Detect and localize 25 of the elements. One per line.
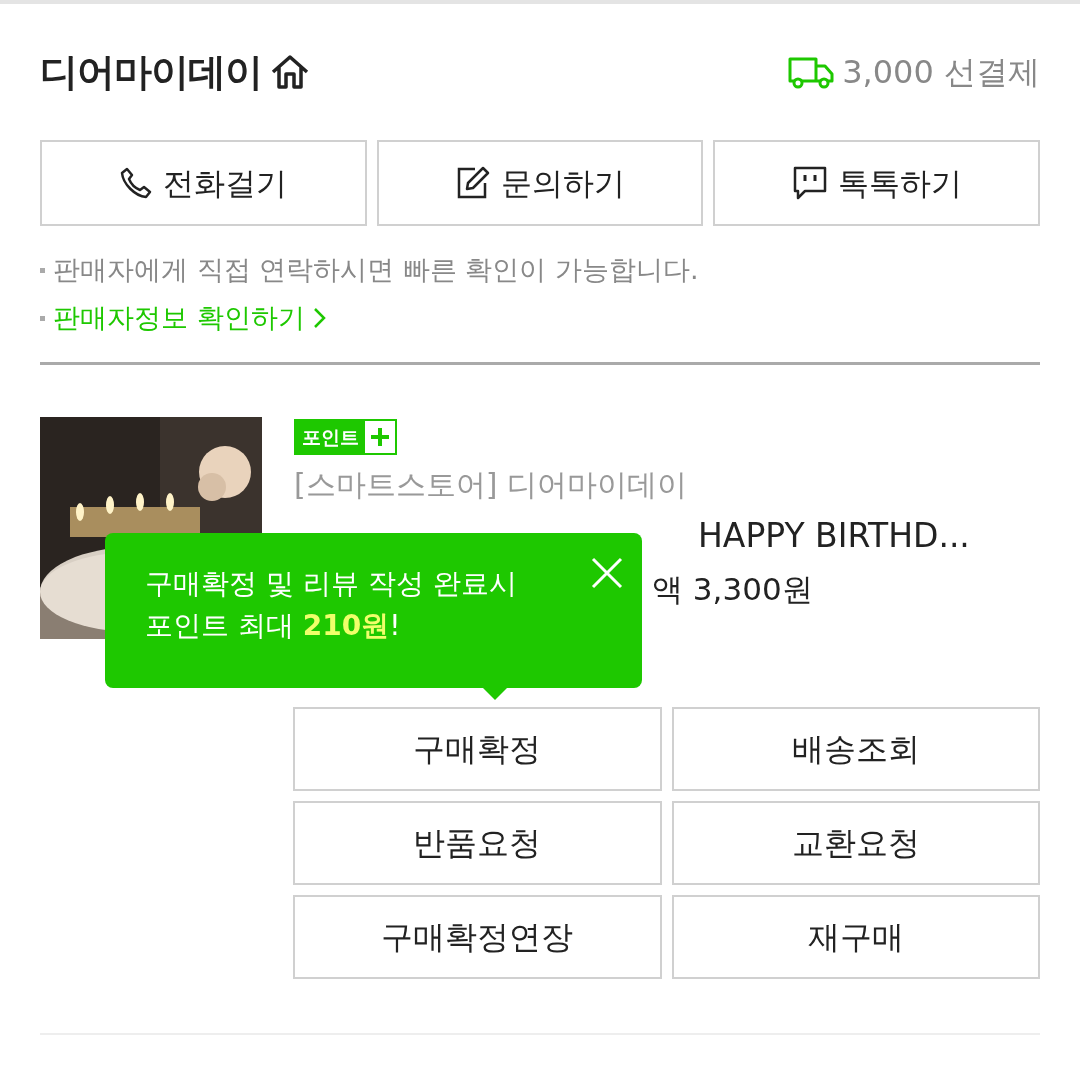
contact-note: 판매자에게 직접 연락하시면 빠른 확인이 가능합니다.: [53, 253, 699, 287]
truck-icon: [788, 55, 835, 89]
inquiry-button[interactable]: 문의하기: [376, 140, 704, 226]
bullet-icon: [40, 315, 45, 321]
chevron-right-icon[interactable]: [312, 306, 327, 330]
point-badge: 포인트: [294, 419, 397, 455]
price: 액 3,300원: [652, 570, 813, 609]
call-button[interactable]: 전화걸기: [40, 140, 367, 226]
order-action-button[interactable]: 재구매: [671, 895, 1040, 979]
order-action-button[interactable]: 배송조회: [671, 707, 1040, 791]
shipping-fee: 3,000 선결제: [842, 52, 1040, 93]
product-title[interactable]: HAPPY BIRTHD...: [698, 516, 970, 555]
edit-icon: [455, 165, 491, 201]
phone-icon: [119, 166, 154, 200]
order-action-button[interactable]: 구매확정연장: [293, 895, 662, 979]
seller-name: 디어마이데이: [40, 48, 262, 96]
order-action-button[interactable]: 반품요청: [293, 801, 662, 885]
home-icon[interactable]: [270, 54, 310, 90]
chat-button[interactable]: 톡톡하기: [713, 140, 1040, 226]
tooltip-text: 구매확정 및 리뷰 작성 완료시 포인트 최대 210원!: [145, 566, 518, 644]
order-action-button[interactable]: 구매확정: [293, 707, 662, 791]
bullet-icon: [40, 267, 45, 273]
order-action-button[interactable]: 교환요청: [671, 801, 1040, 885]
chat-icon: [791, 165, 828, 201]
store-name: [스마트스토어] 디어마이데이: [294, 466, 688, 504]
